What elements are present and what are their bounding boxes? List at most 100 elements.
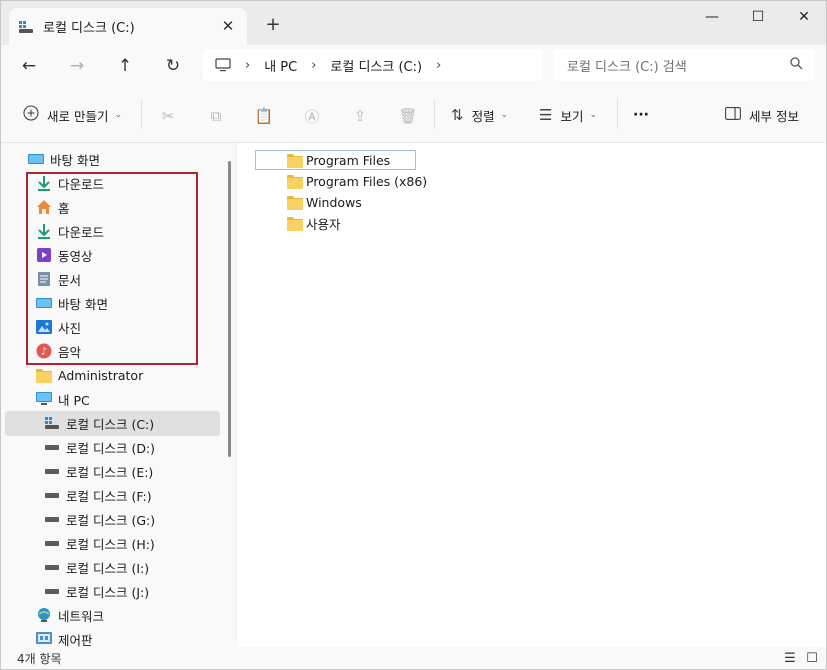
cut-icon[interactable]: ✂ bbox=[158, 106, 178, 126]
nav-item-label: 로컬 디스크 (D:) bbox=[66, 440, 156, 456]
nav-item-videos[interactable]: 동영상 bbox=[36, 243, 93, 267]
nav-item-this-pc[interactable]: 내 PC bbox=[36, 387, 90, 411]
file-item-program-files-x86[interactable]: Program Files (x86) bbox=[287, 171, 427, 191]
chevron-right-icon[interactable]: › bbox=[436, 58, 441, 73]
chevron-right-icon: › bbox=[311, 57, 317, 73]
nav-item-desktop-top[interactable]: 바탕 화면 bbox=[28, 147, 100, 171]
nav-item-local-disk-h[interactable]: 로컬 디스크 (H:) bbox=[44, 531, 155, 555]
file-name: Program Files (x86) bbox=[306, 173, 428, 189]
search-placeholder: 로컬 디스크 (C:) 검색 bbox=[567, 59, 687, 75]
nav-item-label: 로컬 디스크 (F:) bbox=[66, 488, 152, 504]
item-count: 4개 항목 bbox=[17, 651, 62, 666]
nav-item-label: 다운로드 bbox=[58, 176, 105, 192]
status-bar: 4개 항목 bbox=[1, 647, 826, 669]
file-name: 사용자 bbox=[306, 216, 341, 232]
plus-circle-icon bbox=[23, 105, 39, 125]
nav-item-desktop[interactable]: 바탕 화면 bbox=[36, 291, 108, 315]
nav-item-local-disk-e[interactable]: 로컬 디스크 (E:) bbox=[44, 459, 153, 483]
new-tab-button[interactable]: + bbox=[263, 14, 283, 35]
large-icons-view-icon[interactable]: ☐ bbox=[804, 650, 820, 666]
nav-item-home[interactable]: 홈 bbox=[36, 195, 70, 219]
more-options-button[interactable]: ··· bbox=[633, 101, 649, 129]
drive-icon bbox=[44, 487, 60, 503]
file-item-program-files[interactable]: Program Files bbox=[287, 150, 390, 170]
tab-bar: 로컬 디스크 (C:) ✕ + — ☐ ✕ bbox=[1, 1, 826, 45]
nav-item-local-disk-c[interactable]: 로컬 디스크 (C:) bbox=[44, 411, 154, 435]
drive-icon bbox=[44, 511, 60, 527]
computer-icon bbox=[36, 391, 52, 407]
drive-icon bbox=[44, 439, 60, 455]
nav-item-local-disk-f[interactable]: 로컬 디스크 (F:) bbox=[44, 483, 152, 507]
navigation-scrollbar[interactable] bbox=[228, 161, 231, 457]
address-bar[interactable]: › 내 PC › 로컬 디스크 (C:) › bbox=[203, 49, 543, 81]
breadcrumb-local-disk-c[interactable]: 로컬 디스크 (C:) bbox=[330, 56, 422, 75]
nav-item-label: 로컬 디스크 (I:) bbox=[66, 560, 150, 576]
nav-item-downloads-2[interactable]: 다운로드 bbox=[36, 219, 104, 243]
view-list-icon: ☰ bbox=[539, 106, 553, 124]
new-button[interactable]: 새로 만들기 ⌄ bbox=[23, 101, 122, 129]
nav-item-label: 문서 bbox=[58, 272, 82, 288]
toolbar-divider bbox=[434, 99, 435, 129]
details-pane-icon bbox=[725, 106, 741, 124]
tab-close-icon[interactable]: ✕ bbox=[219, 17, 237, 35]
nav-item-administrator[interactable]: Administrator bbox=[36, 363, 143, 387]
nav-item-label: 동영상 bbox=[58, 248, 93, 264]
file-explorer-window: 로컬 디스크 (C:) ✕ + — ☐ ✕ ← → ↑ ↻ › 내 PC › 로… bbox=[0, 0, 827, 670]
tab-local-disk-c[interactable]: 로컬 디스크 (C:) ✕ bbox=[9, 8, 247, 45]
folder-icon bbox=[287, 195, 303, 210]
home-icon bbox=[36, 199, 52, 215]
drive-icon bbox=[44, 463, 60, 479]
search-input[interactable]: 로컬 디스크 (C:) 검색 bbox=[553, 49, 815, 81]
back-button[interactable]: ← bbox=[15, 53, 43, 79]
forward-button[interactable]: → bbox=[63, 53, 91, 79]
nav-item-pictures[interactable]: 사진 bbox=[36, 315, 81, 339]
nav-item-label: 바탕 화면 bbox=[58, 296, 108, 312]
pictures-icon bbox=[36, 319, 52, 335]
nav-item-label: 로컬 디스크 (E:) bbox=[66, 464, 154, 480]
copy-icon[interactable]: ⧉ bbox=[206, 106, 226, 126]
share-icon[interactable]: ⇪ bbox=[350, 106, 370, 126]
chevron-down-icon: ⌄ bbox=[500, 110, 509, 120]
delete-icon[interactable]: 🗑 bbox=[398, 106, 418, 126]
nav-item-local-disk-i[interactable]: 로컬 디스크 (I:) bbox=[44, 555, 149, 579]
rename-icon[interactable]: Ⓐ bbox=[302, 106, 322, 126]
folder-icon bbox=[36, 367, 52, 383]
control-panel-icon bbox=[36, 631, 52, 647]
file-name: Program Files bbox=[306, 152, 391, 168]
desktop-icon bbox=[28, 151, 44, 167]
command-bar: 새로 만들기 ⌄ ✂ ⧉ 📋 Ⓐ ⇪ 🗑 ⇅ 정렬 ⌄ ☰ 보기 ⌄ ··· 세… bbox=[1, 87, 826, 143]
details-pane-button[interactable]: 세부 정보 bbox=[725, 101, 799, 129]
sort-button[interactable]: ⇅ 정렬 ⌄ bbox=[451, 101, 508, 129]
details-view-icon[interactable]: ☰ bbox=[782, 650, 798, 666]
file-item-users[interactable]: 사용자 bbox=[287, 213, 341, 233]
nav-item-network[interactable]: 네트워크 bbox=[36, 603, 104, 627]
maximize-button[interactable]: ☐ bbox=[735, 1, 781, 33]
nav-item-local-disk-j[interactable]: 로컬 디스크 (J:) bbox=[44, 579, 149, 603]
computer-icon bbox=[215, 58, 231, 72]
up-button[interactable]: ↑ bbox=[111, 53, 139, 79]
nav-item-downloads[interactable]: 다운로드 bbox=[36, 171, 104, 195]
windows-drive-icon bbox=[44, 415, 60, 431]
minimize-button[interactable]: — bbox=[689, 1, 735, 33]
nav-item-local-disk-g[interactable]: 로컬 디스크 (G:) bbox=[44, 507, 155, 531]
nav-item-local-disk-d[interactable]: 로컬 디스크 (D:) bbox=[44, 435, 155, 459]
nav-item-music[interactable]: ♪ 음악 bbox=[36, 339, 81, 363]
view-button[interactable]: ☰ 보기 ⌄ bbox=[539, 101, 597, 129]
breadcrumb-this-pc[interactable]: 내 PC bbox=[264, 56, 297, 75]
nav-item-documents[interactable]: 문서 bbox=[36, 267, 81, 291]
nav-item-label: 로컬 디스크 (G:) bbox=[66, 512, 156, 528]
chevron-down-icon: ⌄ bbox=[114, 110, 123, 120]
drive-icon bbox=[44, 583, 60, 599]
tab-title: 로컬 디스크 (C:) bbox=[43, 21, 135, 36]
file-item-windows[interactable]: Windows bbox=[287, 192, 362, 212]
paste-icon[interactable]: 📋 bbox=[254, 106, 274, 126]
download-icon bbox=[36, 175, 52, 191]
nav-item-label: 로컬 디스크 (C:) bbox=[66, 416, 155, 432]
close-button[interactable]: ✕ bbox=[781, 1, 827, 33]
drive-icon bbox=[44, 535, 60, 551]
nav-item-label: 로컬 디스크 (J:) bbox=[66, 584, 150, 600]
desktop-icon bbox=[36, 295, 52, 311]
sort-button-label: 정렬 bbox=[471, 108, 495, 124]
view-button-label: 보기 bbox=[560, 108, 584, 124]
refresh-button[interactable]: ↻ bbox=[159, 53, 187, 79]
